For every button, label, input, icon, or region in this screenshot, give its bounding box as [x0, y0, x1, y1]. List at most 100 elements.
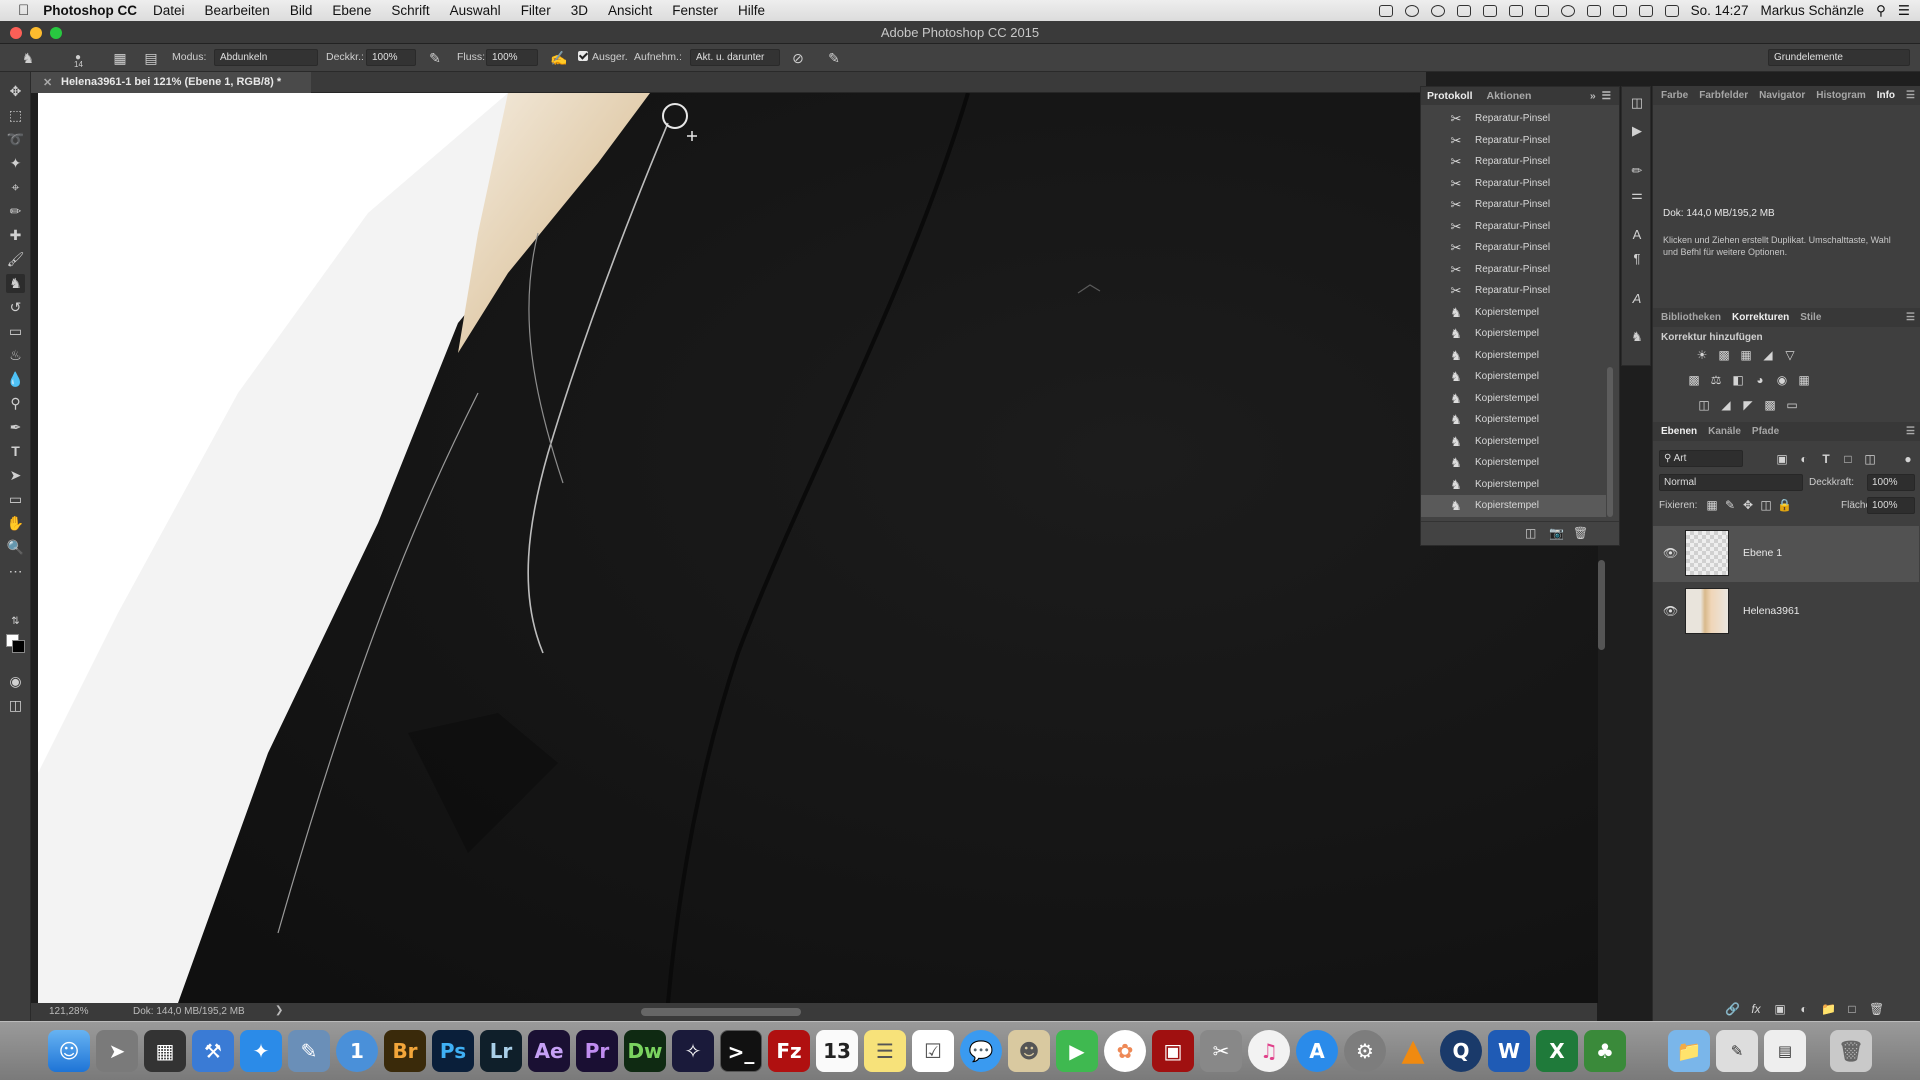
marquee-tool-icon[interactable]: ⬚ — [6, 106, 25, 125]
panel-menu-icon[interactable]: ☰ — [1906, 426, 1915, 437]
history-state-row[interactable]: ♞ Kopierstempel — [1421, 366, 1606, 388]
path-selection-tool-icon[interactable]: ➤ — [6, 466, 25, 485]
bluetooth-icon[interactable] — [1586, 4, 1601, 17]
photo-booth-app-icon[interactable]: ▣ — [1152, 1030, 1194, 1072]
wifi-icon[interactable] — [1612, 4, 1627, 17]
menu-bild[interactable]: Bild — [290, 3, 313, 18]
new-group-icon[interactable]: 📁 — [1821, 1002, 1836, 1016]
background-color-swatch[interactable] — [12, 640, 25, 653]
tab-pfade[interactable]: Pfade — [1752, 426, 1779, 437]
tab-aktionen[interactable]: Aktionen — [1487, 90, 1532, 102]
tab-bibliotheken[interactable]: Bibliotheken — [1661, 312, 1721, 323]
document-canvas[interactable] — [38, 93, 1598, 1003]
screen-mode-icon[interactable]: ◫ — [6, 696, 25, 715]
facetime-app-icon[interactable]: ▶ — [1056, 1030, 1098, 1072]
healing-brush-tool-icon[interactable]: ✚ — [6, 226, 25, 245]
status-menu-arrow-icon[interactable]: ❯ — [275, 1005, 283, 1016]
delete-state-icon[interactable]: 🗑 — [1573, 526, 1588, 540]
lock-artboard-icon[interactable]: ◫ — [1759, 498, 1773, 512]
document-tab[interactable]: ✕ Helena3961-1 bei 121% (Ebene 1, RGB/8)… — [31, 72, 311, 93]
lightroom-app-icon[interactable]: Lr — [480, 1030, 522, 1072]
image-capture-app-icon[interactable]: ✂ — [1200, 1030, 1242, 1072]
calendar-app-icon[interactable]: 13 — [816, 1030, 858, 1072]
quick-mask-icon[interactable]: ◉ — [6, 672, 25, 691]
word-app-icon[interactable]: W — [1488, 1030, 1530, 1072]
after-effects-app-icon[interactable]: Ae — [528, 1030, 570, 1072]
mode-select[interactable]: Abdunkeln — [214, 49, 318, 66]
brush-presets-icon[interactable]: ✏ — [1629, 163, 1645, 179]
history-scrollbar[interactable] — [1607, 367, 1613, 517]
menu-ebene[interactable]: Ebene — [332, 3, 371, 18]
history-state-row[interactable]: ♞ Kopierstempel — [1421, 388, 1606, 410]
finder-app-icon[interactable]: ☺ — [48, 1030, 90, 1072]
history-state-row[interactable]: ✂ Reparatur-Pinsel — [1421, 259, 1606, 281]
history-state-row[interactable]: ✂ Reparatur-Pinsel — [1421, 151, 1606, 173]
paragraph-panel-icon[interactable]: ¶ — [1629, 251, 1645, 267]
layer-style-fx-icon[interactable]: fx — [1749, 1002, 1763, 1016]
photo-filter-icon[interactable]: ◕ — [1753, 373, 1767, 387]
motion-app-icon[interactable]: ✧ — [672, 1030, 714, 1072]
character-panel-icon[interactable]: A — [1629, 227, 1645, 243]
user-name[interactable]: Markus Schänzle — [1760, 3, 1864, 18]
brightness-contrast-icon[interactable]: ☀ — [1695, 348, 1709, 362]
blend-mode-select[interactable]: Normal — [1659, 474, 1803, 491]
menu-filter[interactable]: Filter — [521, 3, 551, 18]
history-state-row[interactable]: ♞ Kopierstempel — [1421, 495, 1606, 517]
vibrance-icon[interactable]: ▽ — [1783, 348, 1797, 362]
tab-kanaele[interactable]: Kanäle — [1708, 426, 1741, 437]
history-state-row[interactable]: ♞ Kopierstempel — [1421, 409, 1606, 431]
new-adjustment-layer-icon[interactable]: ◐ — [1797, 1002, 1811, 1016]
contacts-app-icon[interactable]: ☻ — [1008, 1030, 1050, 1072]
canvas-horizontal-scrollbar[interactable] — [641, 1008, 801, 1016]
aligned-checkbox[interactable]: Ausger. — [578, 51, 628, 63]
lock-position-icon[interactable]: ✥ — [1741, 498, 1755, 512]
canvas-vertical-scrollbar[interactable] — [1598, 560, 1605, 650]
pressure-opacity-icon[interactable]: ✎ — [427, 50, 443, 66]
close-document-icon[interactable]: ✕ — [43, 76, 52, 89]
app-store-app-icon[interactable]: A — [1296, 1030, 1338, 1072]
vlc-app-icon[interactable]: ▲ — [1392, 1030, 1434, 1072]
filezilla-app-icon[interactable]: Fz — [768, 1030, 810, 1072]
mission-control-app-icon[interactable]: ▦ — [144, 1030, 186, 1072]
pressure-size-icon[interactable]: ✎ — [826, 50, 842, 66]
levels-icon[interactable]: ▩ — [1717, 348, 1731, 362]
clone-stamp-tool-preset-icon[interactable]: ♞ — [20, 50, 36, 66]
brush-tool-icon[interactable]: 🖌 — [6, 250, 25, 269]
tab-farbe[interactable]: Farbe — [1661, 90, 1688, 101]
history-state-row[interactable]: ♞ Kopierstempel — [1421, 431, 1606, 453]
actions-panel-icon[interactable]: ▶ — [1629, 123, 1645, 139]
collapse-panel-icon[interactable]: » ☰ — [1590, 90, 1611, 102]
opacity-select[interactable]: 100% — [366, 49, 416, 66]
airbrush-icon[interactable]: ✍ — [550, 50, 567, 66]
new-document-from-state-icon[interactable]: ◫ — [1525, 526, 1536, 540]
history-state-row[interactable]: ✂ Reparatur-Pinsel — [1421, 237, 1606, 259]
layer-row-helena3961[interactable]: 👁 Helena3961 — [1653, 584, 1919, 640]
menu-fenster[interactable]: Fenster — [672, 3, 718, 18]
filter-type-icon[interactable]: T — [1819, 452, 1833, 466]
history-state-row[interactable]: ✂ Reparatur-Pinsel — [1421, 194, 1606, 216]
dropbox-icon[interactable] — [1378, 4, 1393, 17]
menu-auswahl[interactable]: Auswahl — [450, 3, 501, 18]
evernote-app-icon[interactable]: ♣ — [1584, 1030, 1626, 1072]
menu-bearbeiten[interactable]: Bearbeiten — [205, 3, 270, 18]
color-balance-icon[interactable]: ⚖ — [1709, 373, 1723, 387]
system-preferences-app-icon[interactable]: ⚙ — [1344, 1030, 1386, 1072]
filter-shape-icon[interactable]: □ — [1841, 452, 1855, 466]
visibility-eye-icon[interactable]: 👁 — [1663, 604, 1678, 618]
tab-korrekturen[interactable]: Korrekturen — [1732, 312, 1789, 323]
filter-toggle-icon[interactable]: ● — [1901, 452, 1915, 466]
clone-source-panel-icon[interactable]: ♞ — [1629, 329, 1645, 345]
swap-colors-icon[interactable]: ⇅ — [6, 612, 25, 631]
threshold-icon[interactable]: ◤ — [1741, 398, 1755, 412]
battery-icon[interactable] — [1638, 4, 1653, 17]
tab-stile[interactable]: Stile — [1800, 312, 1821, 323]
gradient-map-icon[interactable]: ▭ — [1785, 398, 1799, 412]
layer-opacity-field[interactable]: 100% — [1867, 474, 1915, 491]
app-menu[interactable]: Photoshop CC — [43, 3, 137, 18]
cloud-icon[interactable] — [1456, 4, 1471, 17]
bridge-app-icon[interactable]: Br — [384, 1030, 426, 1072]
history-state-row[interactable]: ✂ Reparatur-Pinsel — [1421, 173, 1606, 195]
type-tool-icon[interactable]: T — [6, 442, 25, 461]
folder-app-icon[interactable]: 📁 — [1668, 1030, 1710, 1072]
history-state-row[interactable]: ✂ Reparatur-Pinsel — [1421, 130, 1606, 152]
